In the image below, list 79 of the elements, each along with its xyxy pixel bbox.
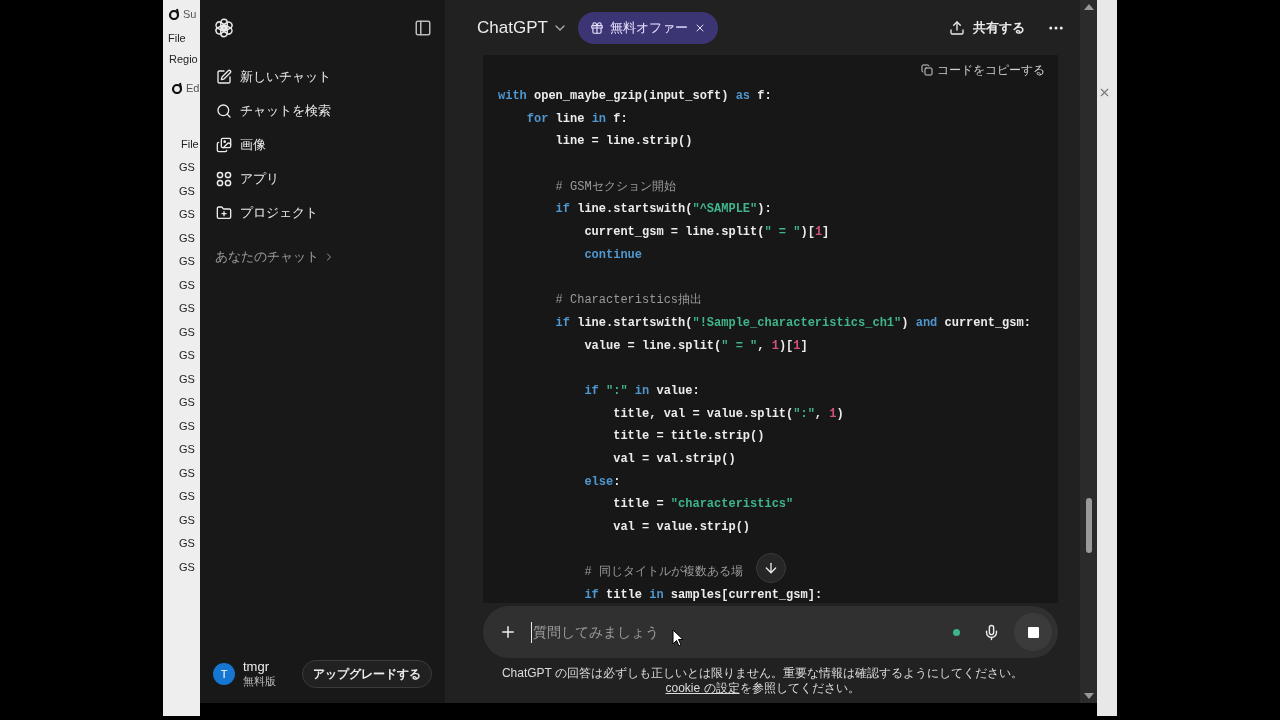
code-line: line = line.strip() — [554, 133, 693, 151]
code-line: with open_maybe_gzip(input_soft) as f: — [498, 88, 772, 105]
table-cell-text: GS — [178, 512, 195, 528]
disclaimer-text: ChatGPT の回答は必ずしも正しいとは限りません。重要な情報は確認するようにしてください。 cookie の設定を参照してください。 — [500, 666, 1025, 697]
code-line: # GSMセクション開始 — [554, 178, 676, 196]
arrow-down-icon — [763, 560, 779, 576]
mouse-cursor-icon — [672, 629, 684, 647]
share-icon — [949, 19, 965, 36]
sidebar-toggle-icon[interactable] — [414, 18, 432, 37]
stop-button[interactable] — [1014, 613, 1052, 651]
table-cell-text: GS — [178, 465, 195, 481]
copy-icon — [921, 64, 933, 76]
code-line: value = line.split(" = ", 1)[1] — [583, 337, 808, 355]
code-line: if line.startswith("!Sample_characteristics_ch1") and current_gsm: — [554, 314, 1031, 332]
table-cell-text: GS — [178, 301, 195, 316]
code-line: title = "characteristics" — [612, 496, 794, 514]
avatar[interactable]: T — [213, 663, 235, 685]
app-logo-icon — [171, 82, 183, 94]
user-name: tmgr — [243, 659, 270, 674]
new-chat-icon — [216, 69, 232, 85]
table-cell-text: GS — [178, 324, 195, 340]
table-cell-text: GS — [178, 536, 195, 551]
code-line: title, val = value.split(":", 1) — [612, 405, 844, 423]
copy-code-button[interactable]: コードをコピーする — [921, 61, 1045, 79]
code-line: title = title.strip() — [612, 428, 765, 446]
search-icon — [216, 103, 232, 119]
code-line: if line.startswith("^SAMPLE"): — [554, 201, 772, 219]
table-cell-text: GS — [178, 489, 195, 504]
logo-icon — [213, 16, 235, 39]
code-line: # 同じタイトルが複数ある場 — [583, 564, 743, 582]
message-field[interactable]: 質問してみましょう — [483, 606, 1058, 658]
apps-grid-icon — [216, 171, 232, 187]
code-line: # Characteristics抽出 — [554, 292, 703, 310]
table-cell-text: GS — [178, 230, 195, 246]
table-cell-text: GS — [178, 395, 195, 410]
section-toggle[interactable]: あなたのチャット — [215, 247, 335, 267]
code-line: val = value.strip() — [612, 519, 751, 537]
code-line: if ":" in value: — [583, 382, 700, 400]
close-icon[interactable] — [1098, 86, 1111, 99]
code-line: val = val.strip() — [612, 451, 736, 468]
user-plan: 無料版 — [243, 674, 276, 689]
table-cell-text: GS — [178, 254, 195, 269]
stop-icon — [1027, 626, 1039, 638]
table-cell-text: GS — [178, 371, 195, 387]
code-line: if title in samples[current_gsm]: — [583, 587, 823, 603]
menu-item[interactable]: File — [163, 28, 186, 48]
sidebar-item[interactable]: 画像 — [208, 128, 437, 162]
table-cell-text: GS — [178, 277, 195, 293]
column-header: File — [180, 137, 199, 152]
app-logo-icon — [168, 8, 180, 20]
plus-icon[interactable] — [499, 623, 517, 641]
region-label: Regio — [168, 52, 198, 67]
table-cell-text: GS — [178, 418, 195, 434]
sidebar-item[interactable]: 新しいチャット — [208, 60, 437, 94]
window-title: Su — [183, 6, 197, 22]
images-icon — [216, 137, 232, 153]
table-cell-text: GS — [178, 348, 195, 363]
table-cell-text: GS — [178, 160, 195, 175]
folder-plus-icon — [216, 205, 232, 221]
scrollbar-thumb[interactable] — [1085, 498, 1092, 553]
table-cell-text: GS — [178, 559, 195, 575]
code-line: continue — [583, 246, 643, 264]
sidebar-item[interactable]: プロジェクト — [208, 196, 437, 230]
code-line: else: — [583, 473, 621, 491]
table-cell-text: GS — [178, 183, 195, 199]
sidebar-item[interactable]: チャットを検索 — [208, 94, 437, 128]
sidebar-item[interactable]: アプリ — [208, 162, 437, 196]
share-button[interactable]: 共有する — [941, 11, 1033, 44]
offer-pill[interactable]: 無料オファー — [577, 11, 718, 44]
code-line: current_gsm = line.split(" = ")[1] — [583, 224, 830, 242]
window-title: Ed — [186, 80, 200, 96]
upgrade-button[interactable]: アップグレードする — [302, 660, 432, 688]
table-cell-text: GS — [178, 442, 195, 457]
gift-icon — [589, 20, 604, 35]
cookie-settings-link[interactable]: cookie の設定 — [665, 681, 740, 695]
microphone-icon[interactable] — [983, 623, 1000, 641]
code-line: for line in f: — [525, 110, 628, 128]
table-cell-text: GS — [178, 207, 195, 222]
model-selector[interactable]: ChatGPT — [477, 14, 568, 41]
